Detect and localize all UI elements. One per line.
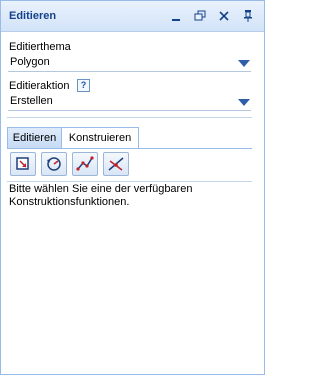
theme-label: Editierthema xyxy=(9,41,71,53)
info-text: Bitte wählen Sie eine der verfügbaren Ko… xyxy=(9,183,193,208)
action-select-value: Erstellen xyxy=(10,95,53,107)
pin-icon[interactable] xyxy=(241,9,255,23)
close-icon[interactable] xyxy=(217,9,231,23)
tab-construct[interactable]: Konstruieren xyxy=(61,127,139,148)
panel-header: Editieren xyxy=(1,1,264,32)
minimize-icon[interactable] xyxy=(169,9,183,23)
panel-title: Editieren xyxy=(9,10,57,22)
theme-select[interactable]: Polygon xyxy=(8,55,251,72)
snap-square-icon xyxy=(16,157,29,170)
action-select[interactable]: Erstellen xyxy=(8,94,251,111)
theme-select-value: Polygon xyxy=(10,56,50,68)
polyline-icon xyxy=(76,156,94,171)
chevron-down-icon[interactable] xyxy=(238,59,250,67)
snap-square-button[interactable] xyxy=(10,152,36,176)
section-divider xyxy=(7,117,252,118)
rotate-circle-icon xyxy=(47,157,61,171)
intersect-icon xyxy=(108,157,124,171)
restore-icon[interactable] xyxy=(193,9,207,23)
tab-bar: Editieren Konstruieren xyxy=(7,127,252,149)
tab-strip-line xyxy=(7,148,252,149)
action-label: Editieraktion xyxy=(9,80,70,92)
rotate-circle-button[interactable] xyxy=(41,152,67,176)
toolbar-divider xyxy=(7,181,252,182)
edit-panel: Editieren Editierthema Polygon Editierak… xyxy=(0,0,265,375)
intersect-button[interactable] xyxy=(103,152,129,176)
tab-edit[interactable]: Editieren xyxy=(7,127,62,148)
polyline-button[interactable] xyxy=(72,152,98,176)
chevron-down-icon[interactable] xyxy=(238,98,250,106)
help-icon[interactable]: ? xyxy=(77,79,90,92)
